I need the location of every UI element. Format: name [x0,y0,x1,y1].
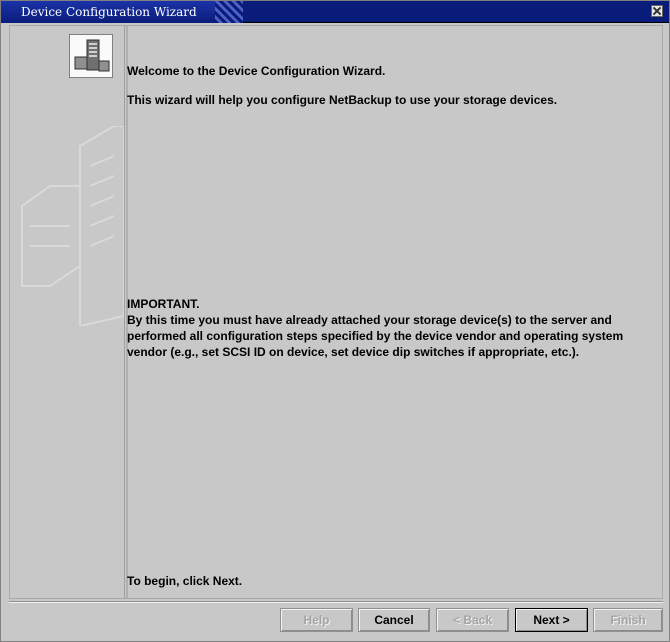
button-separator [9,601,663,603]
welcome-text: Welcome to the Device Configuration Wiza… [127,64,386,78]
help-button[interactable]: Help [280,608,353,632]
window-title: Device Configuration Wizard [1,1,243,23]
next-button[interactable]: Next > [515,608,588,632]
intro-text: This wizard will help you configure NetB… [127,93,558,107]
server-tower-icon [69,34,113,78]
close-icon[interactable] [651,5,663,17]
important-heading: IMPORTANT. [127,297,200,311]
wizard-sidebar [10,26,125,598]
hardware-watermark-icon [21,126,124,326]
wizard-window: Device Configuration Wizard Welcome to t… [0,0,670,642]
important-body: By this time you must have already attac… [127,313,624,359]
title-bar[interactable]: Device Configuration Wizard [1,1,669,23]
cancel-button[interactable]: Cancel [358,608,430,632]
begin-instruction: To begin, click Next. [127,574,243,588]
finish-button[interactable]: Finish [593,608,663,632]
back-button[interactable]: < Back [436,608,509,632]
title-bar-fill [229,1,669,22]
